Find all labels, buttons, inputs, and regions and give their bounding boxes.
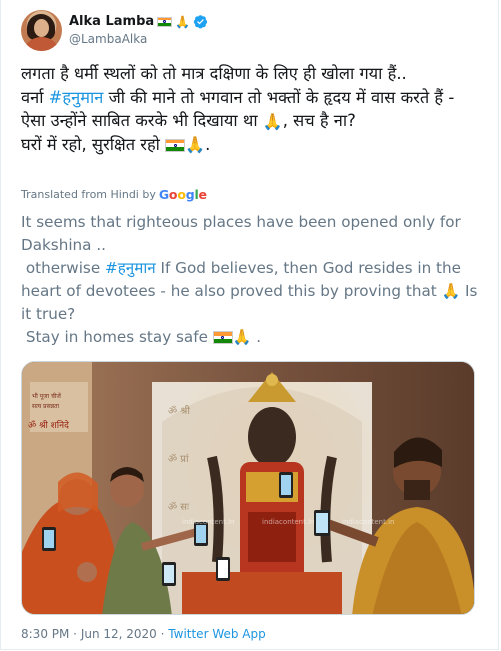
svg-text:ॐ श्री: ॐ श्री [168, 405, 190, 417]
india-flag-icon [165, 138, 186, 152]
photo-sign-text: ॐ श्री शनिदे [28, 419, 69, 431]
photo-watermark: indiacontent.in [262, 518, 314, 526]
folded-hands-icon: 🙏 [232, 328, 252, 346]
display-name[interactable]: Alka Lamba [69, 14, 154, 29]
tweet-header: Alka Lamba 🙏 @LambaAlka [21, 10, 208, 54]
tweet-date[interactable]: Jun 12, 2020 [81, 627, 157, 641]
avatar[interactable] [21, 10, 62, 51]
separator: · [156, 627, 169, 641]
folded-hands-icon: 🙏 [185, 135, 206, 154]
svg-text:भी पूजा चीजें: भी पूजा चीजें [32, 392, 61, 400]
india-flag-icon [212, 331, 233, 344]
separator: · [69, 627, 81, 641]
temple-photo-illustration: भी पूजा चीजें सत्य प्रसन्नता ॐ श्री शनिद… [22, 362, 474, 614]
svg-text:सत्य प्रसन्नता: सत्य प्रसन्नता [32, 403, 59, 410]
photo-watermark: indiacontent.in [182, 518, 234, 526]
translation-attribution[interactable]: Translated from Hindi by Google [21, 187, 207, 202]
svg-text:ॐ प्रां: ॐ प्रां [168, 453, 189, 465]
google-logo: Google [158, 187, 207, 202]
tweet-photo[interactable]: भी पूजा चीजें सत्य प्रसन्नता ॐ श्री शनिद… [21, 361, 475, 615]
folded-hands-icon: 🙏 [175, 14, 191, 29]
tweet-time[interactable]: 8:30 PM [21, 627, 69, 641]
tweet-original-text: लगता है धर्मी स्थलों को तो मात्र दक्षिणा… [21, 62, 483, 156]
folded-hands-icon: 🙏 [262, 111, 283, 131]
folded-hands-icon: 🙏 [441, 282, 461, 300]
name-row: Alka Lamba 🙏 [69, 12, 208, 31]
author-block: Alka Lamba 🙏 @LambaAlka [69, 12, 208, 46]
verified-badge-icon [193, 15, 208, 29]
tweet-source-link[interactable]: Twitter Web App [168, 627, 265, 641]
tweet-translation-text: It seems that righteous places have been… [21, 211, 483, 349]
tweet-timestamp: 8:30 PM · Jun 12, 2020 · Twitter Web App [21, 627, 266, 641]
translation-part: . [251, 328, 262, 346]
user-handle[interactable]: @LambaAlka [69, 32, 208, 46]
svg-text:ॐ सः: ॐ सः [168, 501, 190, 513]
hashtag-link[interactable]: #हनुमान [105, 259, 156, 277]
india-flag-icon [157, 16, 173, 27]
translated-label: Translated from Hindi by [21, 188, 156, 201]
tweet-card: Alka Lamba 🙏 @LambaAlka लगता है धर्मी स्… [0, 0, 499, 650]
hashtag-link[interactable]: #हनुमान [49, 88, 104, 107]
photo-watermark: indiacontent.in [342, 518, 394, 526]
tweet-text-part: . [205, 134, 211, 154]
